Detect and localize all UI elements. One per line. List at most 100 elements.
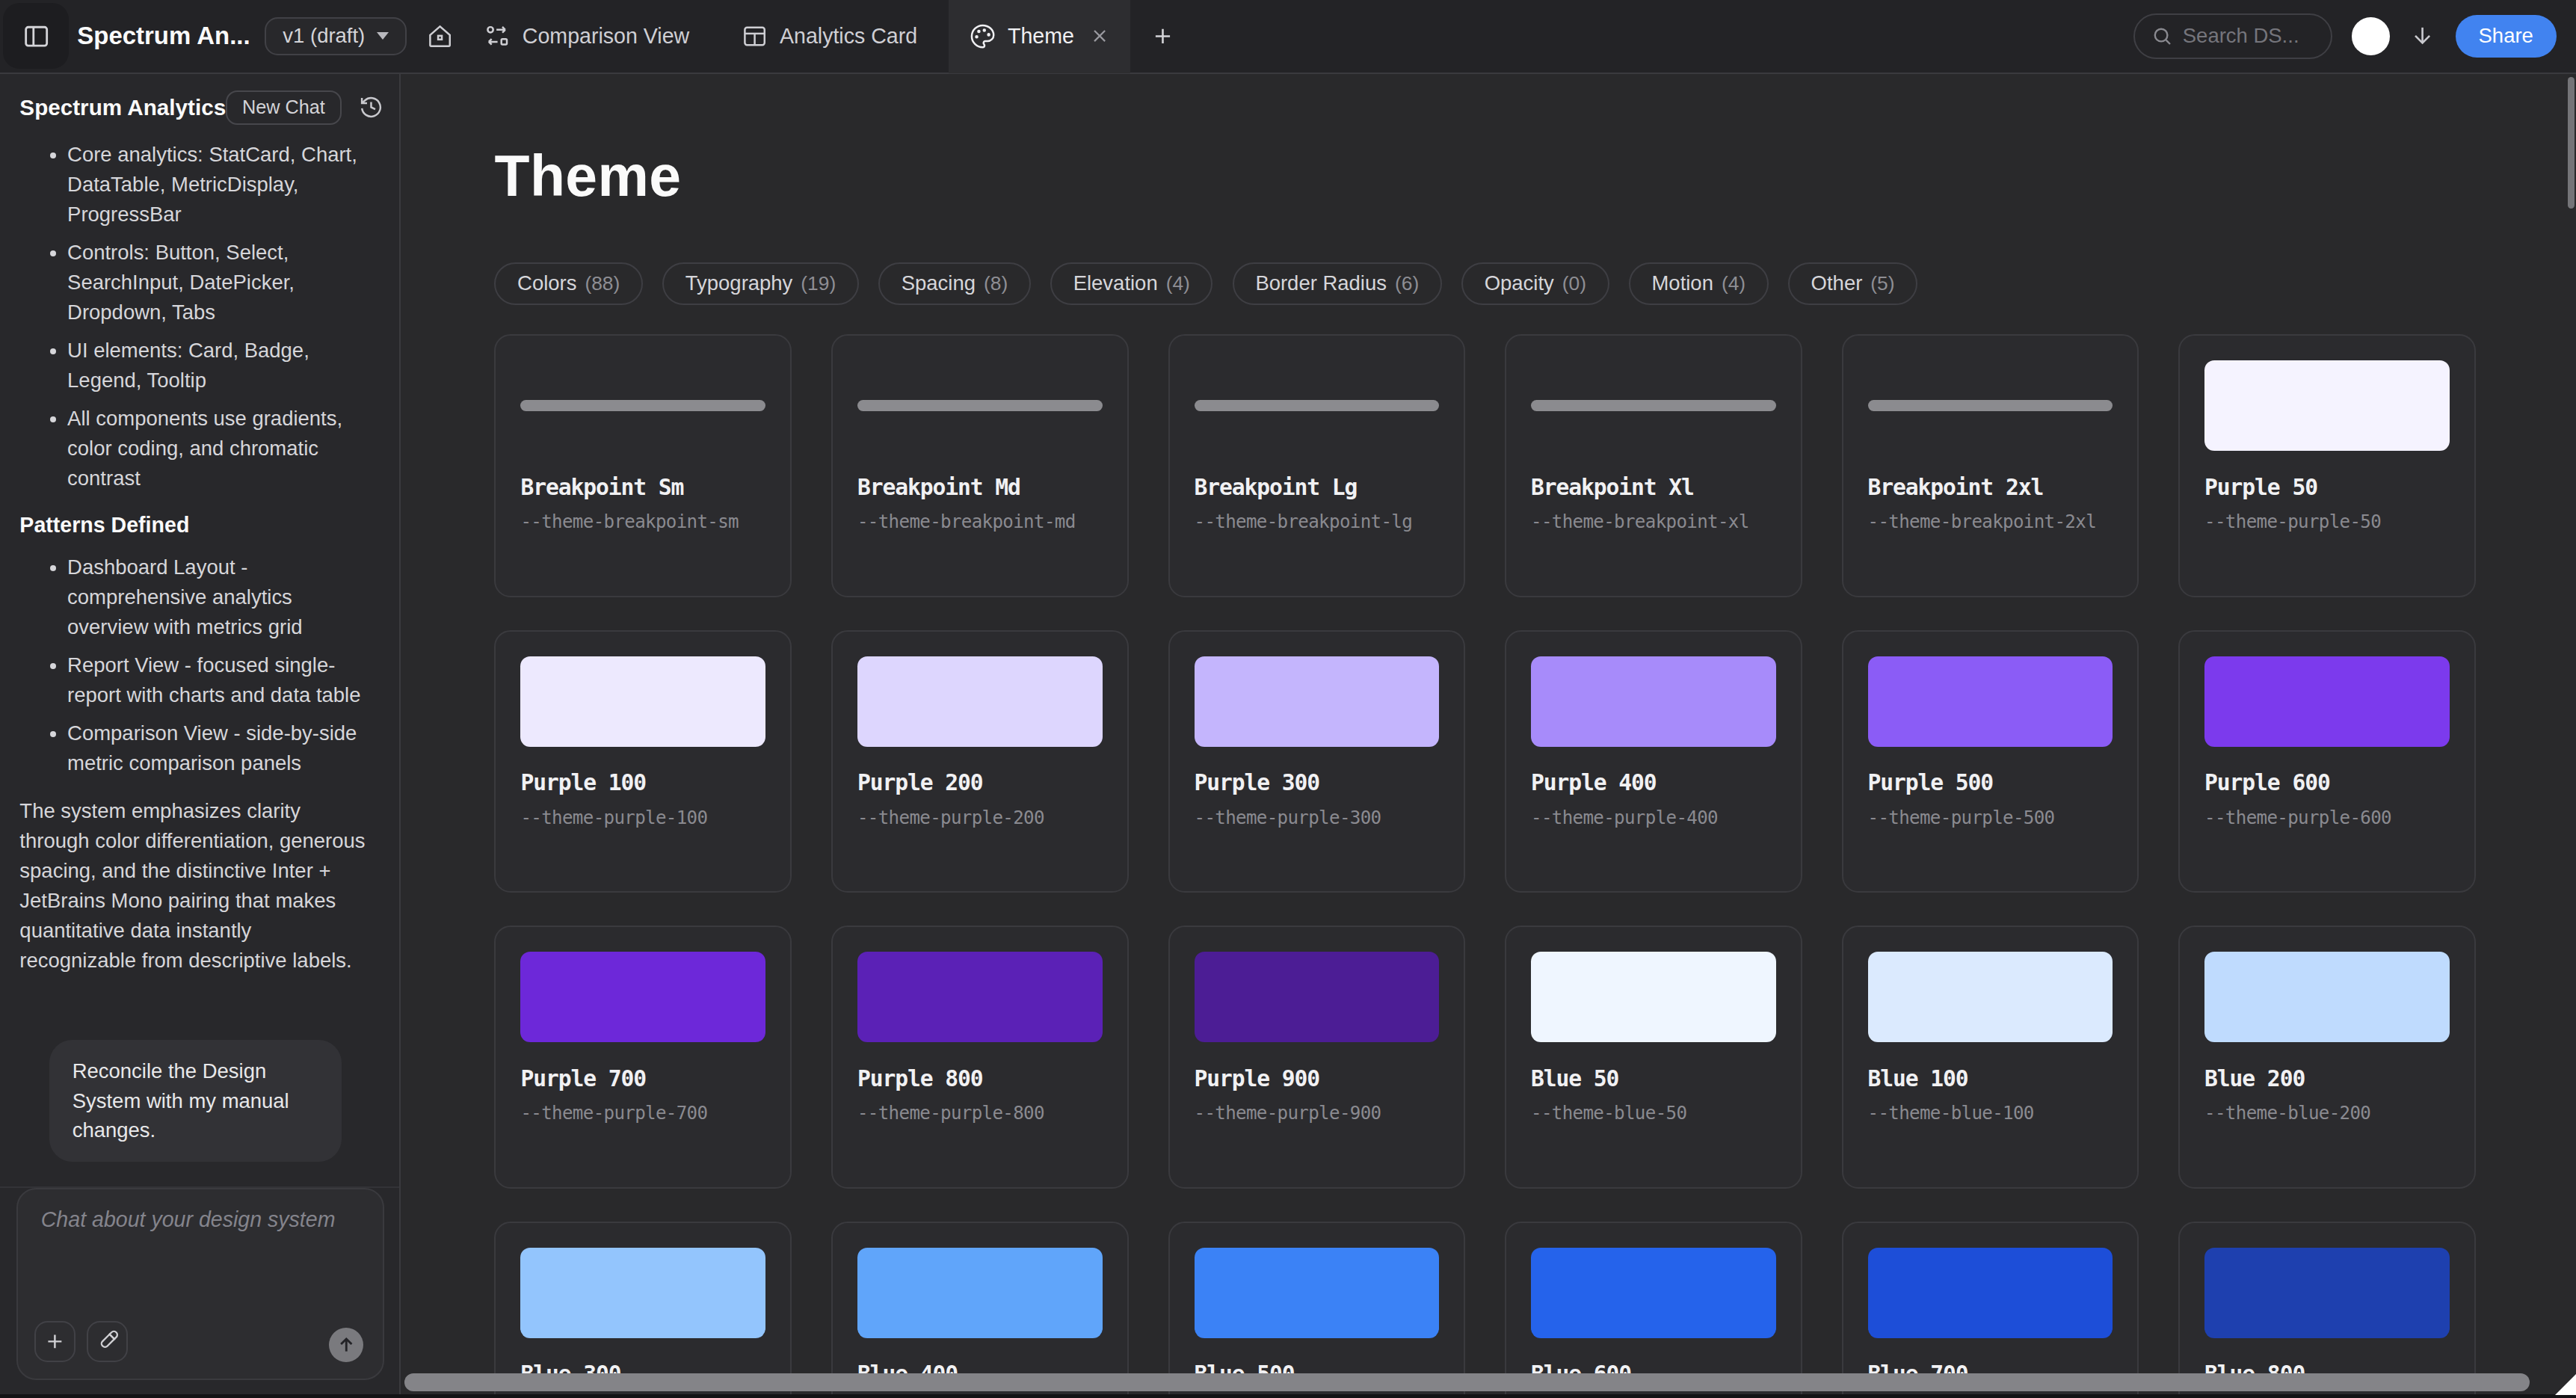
token-card[interactable]: Blue 200--theme-blue-200: [2178, 926, 2476, 1189]
chip-count: (19): [801, 272, 836, 295]
color-swatch: [2204, 1248, 2450, 1338]
filter-chip-motion[interactable]: Motion(4): [1629, 262, 1769, 305]
version-dropdown[interactable]: v1 (draft): [265, 17, 406, 55]
chip-count: (0): [1562, 272, 1586, 295]
close-tab-icon[interactable]: [1091, 27, 1109, 45]
token-card[interactable]: Blue 500--theme-blue-500: [1168, 1222, 1466, 1398]
app-title: Spectrum An...: [77, 22, 250, 50]
version-label: v1 (draft): [283, 24, 365, 48]
token-name: Purple 800: [857, 1065, 1103, 1091]
history-button[interactable]: [354, 91, 387, 124]
color-swatch: [1531, 1248, 1776, 1338]
pattern-item: Dashboard Layout - comprehensive analyti…: [67, 552, 380, 642]
chip-count: (88): [585, 272, 620, 295]
token-card[interactable]: Blue 600--theme-blue-600: [1505, 1222, 1802, 1398]
token-name: Breakpoint Lg: [1195, 474, 1440, 500]
token-name: Purple 400: [1531, 769, 1776, 795]
token-card[interactable]: Blue 800--theme-blue-800: [2178, 1222, 2476, 1398]
filter-chips: Colors (88) Typography(19) Spacing(8) Elevat…: [494, 262, 2475, 305]
token-card[interactable]: Purple 100--theme-purple-100: [494, 630, 792, 893]
new-chat-button[interactable]: New Chat: [226, 90, 341, 125]
tab-analytics-card[interactable]: Analytics Card: [721, 0, 939, 73]
token-card[interactable]: Purple 800 --theme-purple-800: [831, 926, 1129, 1189]
avatar[interactable]: [2352, 17, 2390, 55]
chip-count: (8): [984, 272, 1008, 295]
token-card[interactable]: Purple 500--theme-purple-500: [1842, 630, 2139, 893]
search-input[interactable]: [2133, 13, 2332, 60]
token-card[interactable]: Blue 100--theme-blue-100: [1842, 926, 2139, 1189]
window-corner: [2555, 1374, 2576, 1395]
token-card[interactable]: Breakpoint Xl--theme-breakpoint-xl: [1505, 334, 1802, 597]
filter-chip-border-radius[interactable]: Border Radius(6): [1233, 262, 1442, 305]
tab-theme[interactable]: Theme: [949, 0, 1130, 73]
chip-label: Colors: [517, 271, 576, 295]
token-name: Purple 50: [2204, 474, 2450, 500]
tab-comparison-view[interactable]: Comparison View: [463, 0, 711, 73]
token-card[interactable]: Purple 300--theme-purple-300: [1168, 630, 1466, 893]
filter-chip-colors[interactable]: Colors (88): [494, 262, 642, 305]
token-card[interactable]: Blue 700--theme-blue-700: [1842, 1222, 2139, 1398]
token-name: Purple 600: [2204, 769, 2450, 795]
filter-chip-opacity[interactable]: Opacity (0): [1461, 262, 1609, 305]
token-variable: --theme-purple-300: [1195, 807, 1440, 828]
breakpoint-swatch: [520, 360, 765, 451]
token-name: Purple 700: [520, 1065, 765, 1091]
tab-label: Analytics Card: [780, 24, 917, 49]
vertical-scrollbar-thumb[interactable]: [2568, 77, 2575, 209]
color-swatch: [1531, 952, 1776, 1042]
user-message-bubble: Reconcile the Design System with my manu…: [49, 1040, 342, 1162]
filter-chip-typography[interactable]: Typography(19): [662, 262, 859, 305]
token-variable: --theme-purple-800: [857, 1103, 1103, 1124]
token-card[interactable]: Breakpoint Md--theme-breakpoint-md: [831, 334, 1129, 597]
horizontal-scrollbar-thumb[interactable]: [404, 1373, 2530, 1391]
chip-label: Opacity: [1485, 271, 1554, 295]
chat-actions: [34, 1321, 128, 1362]
token-card[interactable]: Blue 50--theme-blue-50: [1505, 926, 1802, 1189]
page-title: Theme: [494, 143, 2475, 209]
home-button[interactable]: [417, 13, 463, 60]
token-name: Breakpoint Sm: [520, 474, 765, 500]
breakpoint-swatch: [1531, 360, 1776, 451]
token-card[interactable]: Purple 700 --theme-purple-700: [494, 926, 792, 1189]
chat-input[interactable]: Chat about your design system: [16, 1188, 385, 1380]
token-card[interactable]: Purple 400--theme-purple-400: [1505, 630, 1802, 893]
comparison-icon: [484, 23, 511, 49]
tab-label: Theme: [1008, 24, 1074, 49]
token-card[interactable]: Purple 900--theme-purple-900: [1168, 926, 1466, 1189]
filter-chip-elevation[interactable]: Elevation(4): [1050, 262, 1212, 305]
token-name: Purple 500: [1868, 769, 2113, 795]
token-variable: --theme-purple-200: [857, 807, 1103, 828]
token-card[interactable]: Blue 300--theme-blue-300: [494, 1222, 792, 1398]
color-swatch: [2204, 656, 2450, 747]
download-icon[interactable]: [2409, 23, 2435, 49]
brush-button[interactable]: [87, 1321, 128, 1362]
filter-chip-other[interactable]: Other(5): [1788, 262, 1917, 305]
token-variable: --theme-blue-200: [2204, 1103, 2450, 1124]
token-variable: --theme-blue-50: [1531, 1103, 1776, 1124]
token-card[interactable]: Blue 400--theme-blue-400: [831, 1222, 1129, 1398]
token-name: Purple 900: [1195, 1065, 1440, 1091]
capability-item: UI elements: Card, Badge, Legend, Toolti…: [67, 336, 380, 395]
new-tab-button[interactable]: [1140, 13, 1186, 60]
app-window: Spectrum An... v1 (draft) Comparison Vie…: [0, 0, 2576, 1398]
search-field[interactable]: [2183, 24, 2314, 48]
filter-chip-spacing[interactable]: Spacing(8): [878, 262, 1031, 305]
token-card[interactable]: Breakpoint Sm--theme-breakpoint-sm: [494, 334, 792, 597]
attach-button[interactable]: [34, 1321, 76, 1362]
token-card[interactable]: Purple 200--theme-purple-200: [831, 630, 1129, 893]
tab-strip: Comparison View Analytics Card Theme: [401, 0, 1186, 73]
token-card[interactable]: Breakpoint 2xl--theme-breakpoint-2xl: [1842, 334, 2139, 597]
token-variable: --theme-purple-50: [2204, 511, 2450, 532]
token-card[interactable]: Purple 600--theme-purple-600: [2178, 630, 2476, 893]
share-button[interactable]: Share: [2456, 15, 2557, 58]
plus-icon: [1150, 24, 1175, 49]
pattern-item: Report View - focused single-report with…: [67, 650, 380, 710]
color-swatch: [857, 1248, 1103, 1338]
token-card[interactable]: Purple 50 --theme-purple-50: [2178, 334, 2476, 597]
token-variable: --theme-breakpoint-2xl: [1868, 511, 2113, 532]
send-button[interactable]: [329, 1328, 363, 1362]
token-variable: --theme-purple-700: [520, 1103, 765, 1124]
color-swatch: [1868, 656, 2113, 747]
token-card[interactable]: Breakpoint Lg--theme-breakpoint-lg: [1168, 334, 1466, 597]
sidebar-toggle-button[interactable]: [3, 3, 69, 69]
